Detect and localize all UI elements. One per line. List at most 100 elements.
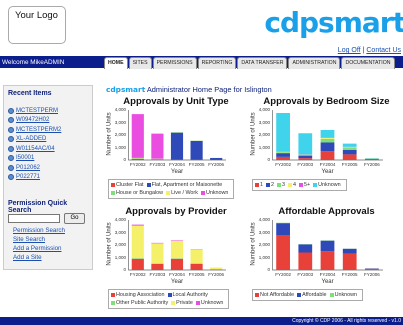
y-tick-label: 1,000 xyxy=(114,254,126,260)
recent-item-link[interactable]: I50001 xyxy=(16,155,34,161)
legend-swatch xyxy=(195,301,200,305)
legend-row: 1 2 3 4 5+ Unknown xyxy=(255,181,344,189)
recent-item-link[interactable]: W01154AC/04 xyxy=(16,146,55,152)
chart-title: Affordable Approvals xyxy=(278,206,375,217)
chart-title: Approvals by Provider xyxy=(125,206,227,217)
bar-segment-unknown xyxy=(342,143,357,147)
bar-segment-4 xyxy=(342,146,357,148)
list-item[interactable]: XL-ADDED xyxy=(8,135,61,145)
bar-segment-housing-association xyxy=(170,258,184,270)
permission-search-link[interactable]: Permission Search xyxy=(13,227,65,234)
add-permission-link[interactable]: Add a Permission xyxy=(13,245,62,252)
bar-segment-unknown xyxy=(170,240,184,241)
bar-segment-flat-apartment-or-maisonette xyxy=(210,158,223,160)
y-tick-label: 4,000 xyxy=(258,217,270,222)
contact-link[interactable]: Contact Us xyxy=(366,47,401,54)
list-item[interactable]: MCTESTPERM2 xyxy=(8,125,61,135)
legend-swatch xyxy=(171,301,176,305)
legend-swatch xyxy=(146,183,151,187)
tab-administration[interactable]: ADMINISTRATION xyxy=(288,57,341,69)
tab-documentation[interactable]: DOCUMENTATION xyxy=(341,57,395,69)
go-button[interactable]: Go xyxy=(64,213,85,224)
x-tick-label: FY2006 xyxy=(364,272,380,277)
y-tick-label: 1,000 xyxy=(114,144,126,150)
bar-segment-4 xyxy=(320,137,335,139)
y-tick-label: 1,000 xyxy=(258,144,270,150)
legend-entry: Unknown xyxy=(329,292,357,298)
legend-swatch xyxy=(277,183,281,187)
chart-legend: Housing Association Local Authority Other … xyxy=(108,289,230,309)
recent-item-link[interactable]: W09472H02 xyxy=(16,117,49,123)
tab-permissions[interactable]: PERMISSIONS xyxy=(152,57,197,69)
bar-segment-housing-association xyxy=(210,269,223,271)
legend-entry: Not Affordable xyxy=(255,292,294,298)
x-axis-label: Year xyxy=(171,169,184,175)
permission-search-input[interactable] xyxy=(8,214,60,223)
x-tick-label: FY2006 xyxy=(208,272,225,277)
recent-item-link[interactable]: MCTESTPERM2 xyxy=(16,127,61,133)
tab-data-transfer[interactable]: DATA TRANSFER xyxy=(237,57,288,69)
copyright-text: Copyright © CDP 2006 - All rights reserv… xyxy=(292,318,401,324)
list-item[interactable]: P012062 xyxy=(8,163,61,173)
tab-reporting[interactable]: REPORTING xyxy=(197,57,237,69)
legend-label: Live / Work xyxy=(171,190,198,196)
bar-segment-3 xyxy=(298,154,313,156)
list-item[interactable]: W01154AC/04 xyxy=(8,144,61,154)
bar-segment-not-affordable xyxy=(320,251,335,270)
add-site-link[interactable]: Add a Site xyxy=(13,254,42,261)
bar-segment-house-or-bungalow xyxy=(151,158,164,160)
recent-item-link[interactable]: P022771 xyxy=(16,174,40,180)
tab-home[interactable]: HOME xyxy=(104,57,128,69)
x-axis-label: Year xyxy=(321,279,334,285)
bar-segment-affordable xyxy=(342,248,357,254)
list-item[interactable]: P022771 xyxy=(8,173,61,183)
page-title: cdpsmart Administrator Home Page for Isl… xyxy=(106,85,272,94)
x-tick-label: FY2006 xyxy=(364,162,380,167)
legend-label: Local Authority xyxy=(172,292,208,298)
legend-swatch xyxy=(313,183,318,187)
bar-segment-private xyxy=(190,249,203,264)
list-item[interactable]: W09472H02 xyxy=(8,116,61,126)
list-item[interactable]: I50001 xyxy=(8,154,61,164)
bar-segment-private xyxy=(210,268,223,270)
recent-item-link[interactable]: P012062 xyxy=(16,165,40,171)
y-tick-label: 0 xyxy=(267,157,270,162)
legend-label: 5+ xyxy=(304,182,311,188)
site-search-link[interactable]: Site Search xyxy=(13,236,45,243)
bar-segment-not-affordable xyxy=(365,268,379,270)
bar-segment-not-affordable xyxy=(298,252,313,270)
legend-swatch xyxy=(329,293,334,297)
item-icon xyxy=(8,126,14,133)
legend-row: House or Bungalow Live / Work Unknown xyxy=(111,189,231,197)
recent-item-link[interactable]: MCTESTPERM xyxy=(16,108,58,114)
legend-label: Unknown xyxy=(205,190,229,196)
bar-segment-3 xyxy=(342,147,357,150)
bar-segment-unknown xyxy=(320,130,335,138)
permission-quick-search-title: Permission Quick Search xyxy=(8,200,68,214)
legend-row: Cluster Flat Flat, Apartment or Maisonett… xyxy=(111,181,231,189)
y-tick-label: 0 xyxy=(267,267,270,272)
bar-segment-1 xyxy=(276,156,290,161)
bar-segment-other-public-authority xyxy=(170,258,184,259)
legend-label: Unknown xyxy=(200,300,224,306)
legend-label: Housing Association xyxy=(116,292,165,298)
legend-entry: Live / Work xyxy=(166,190,198,196)
item-icon xyxy=(8,136,14,143)
legend-swatch xyxy=(299,183,303,187)
bar-segment-unknown xyxy=(151,133,164,159)
list-item[interactable]: MCTESTPERM xyxy=(8,106,61,116)
y-tick-label: 3,000 xyxy=(114,119,126,125)
chart-legend: Not Affordable Affordable Unknown xyxy=(252,289,364,301)
tab-sites[interactable]: SITES xyxy=(128,57,152,69)
logoff-link[interactable]: Log Off xyxy=(338,47,361,54)
bar-segment-3 xyxy=(320,138,335,143)
y-tick-label: 3,000 xyxy=(114,229,126,235)
legend-label: Affordable xyxy=(302,292,327,298)
bar-segment-affordable xyxy=(276,223,290,236)
y-tick-label: 0 xyxy=(123,157,126,162)
bar-segment-housing-association xyxy=(190,263,203,270)
bar-segment-affordable xyxy=(298,244,313,253)
y-tick-label: 0 xyxy=(123,267,126,272)
recent-item-link[interactable]: XL-ADDED xyxy=(16,136,46,142)
legend-row: Not Affordable Affordable Unknown xyxy=(255,291,360,299)
